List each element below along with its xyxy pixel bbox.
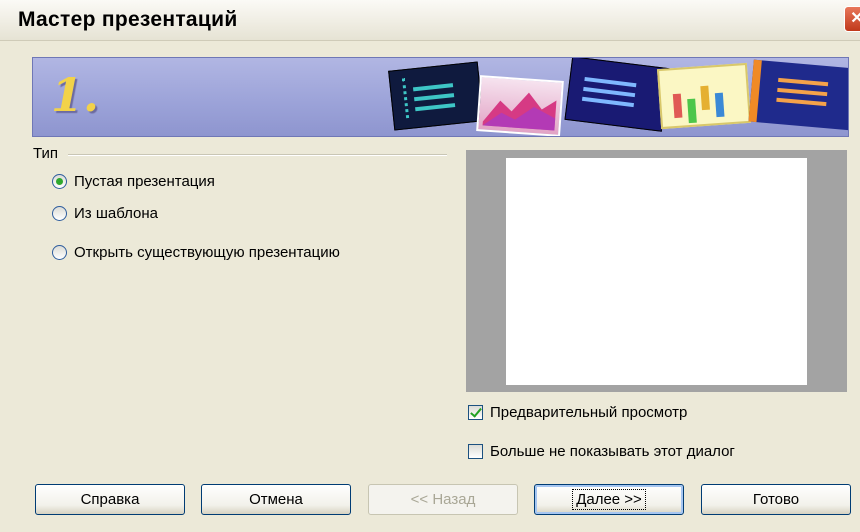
show-preview-label: Предварительный просмотр bbox=[490, 404, 688, 421]
radio-label: Пустая презентация bbox=[74, 173, 215, 190]
close-icon[interactable]: ✕ bbox=[844, 6, 860, 32]
show-preview-checkbox-row[interactable]: Предварительный просмотр bbox=[468, 404, 687, 421]
back-button[interactable]: << Назад bbox=[368, 484, 518, 515]
help-button[interactable]: Справка bbox=[35, 484, 185, 515]
next-button-label: Далее >> bbox=[572, 489, 646, 510]
finish-button[interactable]: Готово bbox=[701, 484, 851, 515]
group-divider bbox=[68, 154, 447, 156]
slide-thumbnail-1 bbox=[388, 61, 484, 131]
window-title: Мастер презентаций bbox=[18, 8, 238, 31]
slide-thumbnail-5 bbox=[748, 59, 848, 131]
dont-show-again-checkbox-row[interactable]: Больше не показывать этот диалог bbox=[468, 443, 735, 460]
next-button[interactable]: Далее >> bbox=[534, 484, 684, 515]
preview-panel bbox=[466, 150, 847, 392]
radio-from-template[interactable]: Из шаблона bbox=[52, 205, 158, 222]
step-number: 1. bbox=[51, 68, 100, 122]
slide-thumbnail-3 bbox=[564, 58, 670, 132]
mountain-chart-icon bbox=[482, 92, 557, 131]
type-group-label: Тип bbox=[33, 145, 59, 162]
preview-slide bbox=[506, 158, 807, 385]
title-bar: Мастер презентаций ✕ bbox=[0, 0, 860, 41]
radio-empty-presentation[interactable]: Пустая презентация bbox=[52, 173, 215, 190]
radio-label: Открыть существующую презентацию bbox=[74, 244, 340, 261]
radio-icon[interactable] bbox=[52, 206, 67, 221]
radio-checked-icon[interactable] bbox=[52, 174, 67, 189]
checkbox-checked-icon[interactable] bbox=[468, 405, 483, 420]
radio-icon[interactable] bbox=[52, 245, 67, 260]
wizard-banner: 1. bbox=[32, 57, 849, 137]
cancel-button[interactable]: Отмена bbox=[201, 484, 351, 515]
radio-open-existing[interactable]: Открыть существующую презентацию bbox=[52, 244, 340, 261]
slide-thumbnail-4 bbox=[657, 62, 751, 130]
radio-label: Из шаблона bbox=[74, 205, 159, 222]
slide-thumbnail-2 bbox=[476, 75, 564, 136]
checkbox-icon[interactable] bbox=[468, 444, 483, 459]
dont-show-again-label: Больше не показывать этот диалог bbox=[490, 443, 735, 460]
